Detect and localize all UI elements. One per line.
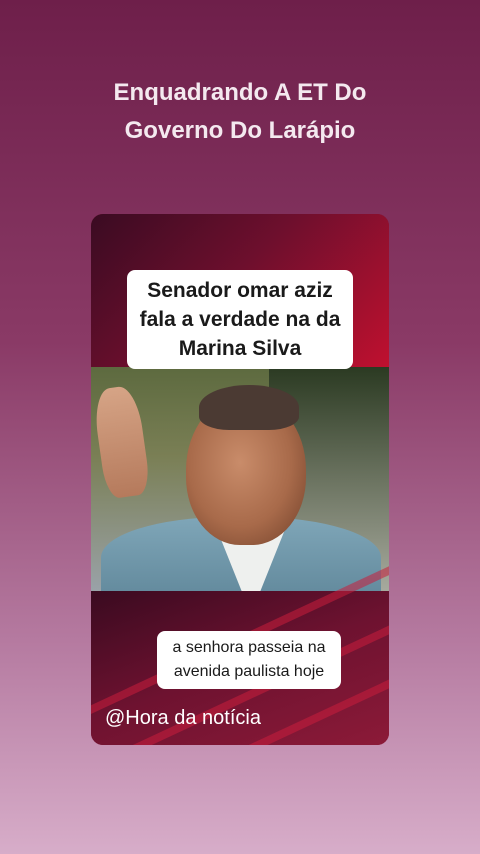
caption-bottom-line-2: avenida paulista hoje — [173, 663, 325, 680]
photo-hair — [199, 385, 299, 430]
caption-top-line-1: Senador omar aziz — [147, 279, 333, 302]
channel-watermark: @Hora da notícia — [105, 707, 261, 729]
headline-line-2: Governo Do Larápio — [124, 117, 356, 144]
photo-hand — [91, 384, 152, 500]
video-card[interactable]: Senador omar aziz fala a verdade na da M… — [91, 214, 389, 745]
headline-line-1: Enquadrando A ET Do — [113, 79, 367, 106]
post-headline: Enquadrando A ET Do Governo Do Larápio — [0, 74, 480, 150]
caption-bottom: a senhora passeia na avenida paulista ho… — [157, 631, 341, 689]
caption-top-line-2: fala a verdade na da — [139, 308, 341, 331]
caption-top: Senador omar aziz fala a verdade na da M… — [127, 270, 353, 369]
caption-bottom-line-1: a senhora passeia na — [172, 639, 326, 656]
senator-photo — [91, 367, 389, 591]
caption-top-line-3: Marina Silva — [178, 337, 302, 360]
